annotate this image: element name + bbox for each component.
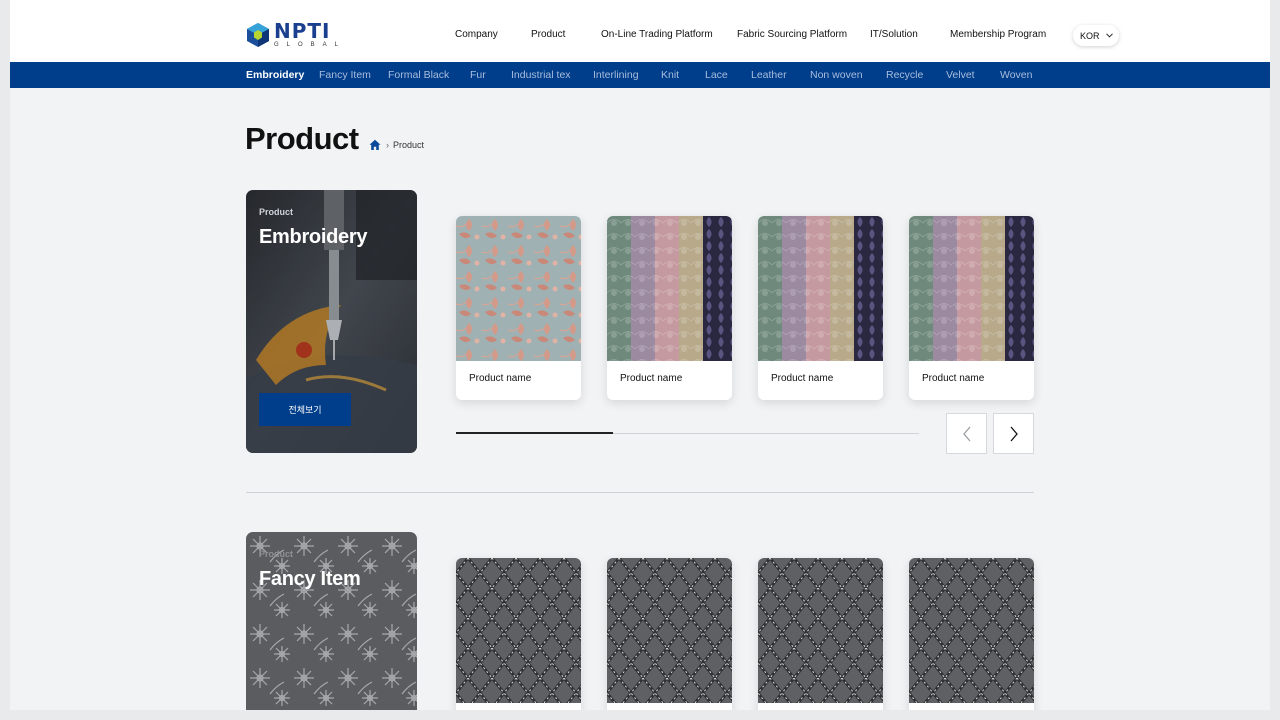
view-all-button[interactable]: 전체보기 bbox=[259, 393, 351, 426]
breadcrumb: › Product bbox=[369, 139, 424, 151]
nav-fabric-sourcing-platform[interactable]: Fabric Sourcing Platform bbox=[737, 29, 847, 40]
category-bar: Embroidery Fancy Item Formal Black Fur I… bbox=[10, 62, 1270, 88]
category-recycle[interactable]: Recycle bbox=[886, 69, 923, 81]
diamond-mesh-fabric-image bbox=[607, 558, 732, 703]
chevron-left-icon bbox=[962, 426, 970, 441]
nav-membership-program[interactable]: Membership Program bbox=[950, 29, 1046, 40]
multicolor-lace-image bbox=[758, 216, 883, 361]
category-leather[interactable]: Leather bbox=[751, 69, 787, 81]
product-name: Product name bbox=[469, 373, 532, 384]
category-lace[interactable]: Lace bbox=[705, 69, 728, 81]
hero-kicker: Product bbox=[259, 207, 294, 217]
product-card[interactable] bbox=[456, 558, 581, 710]
carousel-prev-button[interactable] bbox=[946, 413, 987, 454]
carousel-progress-fill bbox=[456, 432, 614, 434]
category-woven[interactable]: Woven bbox=[1000, 69, 1033, 81]
logo-subtext: GLOBAL bbox=[274, 42, 347, 48]
product-card[interactable]: Product name bbox=[456, 216, 581, 400]
logo-wordmark: NPTI bbox=[274, 19, 331, 43]
site-header: NPTI GLOBAL Company Product On-Line Trad… bbox=[10, 0, 1270, 62]
product-card[interactable] bbox=[758, 558, 883, 710]
diamond-mesh-fabric-image bbox=[909, 558, 1034, 703]
product-name: Product name bbox=[620, 373, 683, 384]
diamond-mesh-fabric-image bbox=[758, 558, 883, 703]
product-card[interactable]: Product name bbox=[909, 216, 1034, 400]
page-title: Product bbox=[245, 121, 359, 156]
multicolor-lace-image bbox=[607, 216, 732, 361]
site-logo[interactable]: NPTI GLOBAL bbox=[246, 19, 347, 49]
nav-company[interactable]: Company bbox=[455, 29, 498, 40]
diamond-mesh-fabric-image bbox=[456, 558, 581, 703]
category-embroidery[interactable]: Embroidery bbox=[246, 69, 304, 81]
category-non-woven[interactable]: Non woven bbox=[810, 69, 863, 81]
category-interlining[interactable]: Interlining bbox=[593, 69, 639, 81]
hero-kicker: Product bbox=[259, 549, 294, 559]
category-formal-black[interactable]: Formal Black bbox=[388, 69, 449, 81]
nav-it-solution[interactable]: IT/Solution bbox=[870, 29, 918, 40]
section-hero-embroidery: Product Embroidery 전체보기 bbox=[246, 190, 417, 453]
section-hero-fancy-item: Product Fancy Item bbox=[246, 532, 417, 710]
logo-cube-icon bbox=[247, 23, 269, 47]
chevron-right-icon bbox=[1010, 426, 1018, 441]
nav-product[interactable]: Product bbox=[531, 29, 565, 40]
section-divider bbox=[246, 492, 1034, 493]
product-card[interactable]: Product name bbox=[758, 216, 883, 400]
product-card[interactable] bbox=[909, 558, 1034, 710]
hero-title: Fancy Item bbox=[259, 568, 361, 590]
product-card[interactable]: Product name bbox=[607, 216, 732, 400]
category-knit[interactable]: Knit bbox=[661, 69, 679, 81]
home-icon[interactable] bbox=[369, 139, 381, 151]
category-fancy-item[interactable]: Fancy Item bbox=[319, 69, 371, 81]
breadcrumb-separator-icon: › bbox=[386, 140, 389, 150]
language-value: KOR bbox=[1080, 30, 1100, 41]
language-select[interactable]: KOR bbox=[1073, 25, 1119, 46]
hero-title: Embroidery bbox=[259, 226, 368, 248]
breadcrumb-current: Product bbox=[393, 140, 425, 150]
chevron-down-icon bbox=[1105, 33, 1113, 38]
product-name: Product name bbox=[771, 373, 834, 384]
category-industrial-tex[interactable]: Industrial tex bbox=[511, 69, 571, 81]
lace-fabric-image bbox=[456, 216, 581, 361]
carousel-next-button[interactable] bbox=[993, 413, 1034, 454]
nav-online-trading-platform[interactable]: On-Line Trading Platform bbox=[601, 29, 713, 40]
carousel-progress[interactable] bbox=[456, 432, 919, 434]
product-name: Product name bbox=[922, 373, 985, 384]
product-card[interactable] bbox=[607, 558, 732, 710]
category-velvet[interactable]: Velvet bbox=[946, 69, 975, 81]
multicolor-lace-image bbox=[909, 216, 1034, 361]
category-fur[interactable]: Fur bbox=[470, 69, 486, 81]
browser-page: NPTI GLOBAL Company Product On-Line Trad… bbox=[10, 0, 1270, 710]
